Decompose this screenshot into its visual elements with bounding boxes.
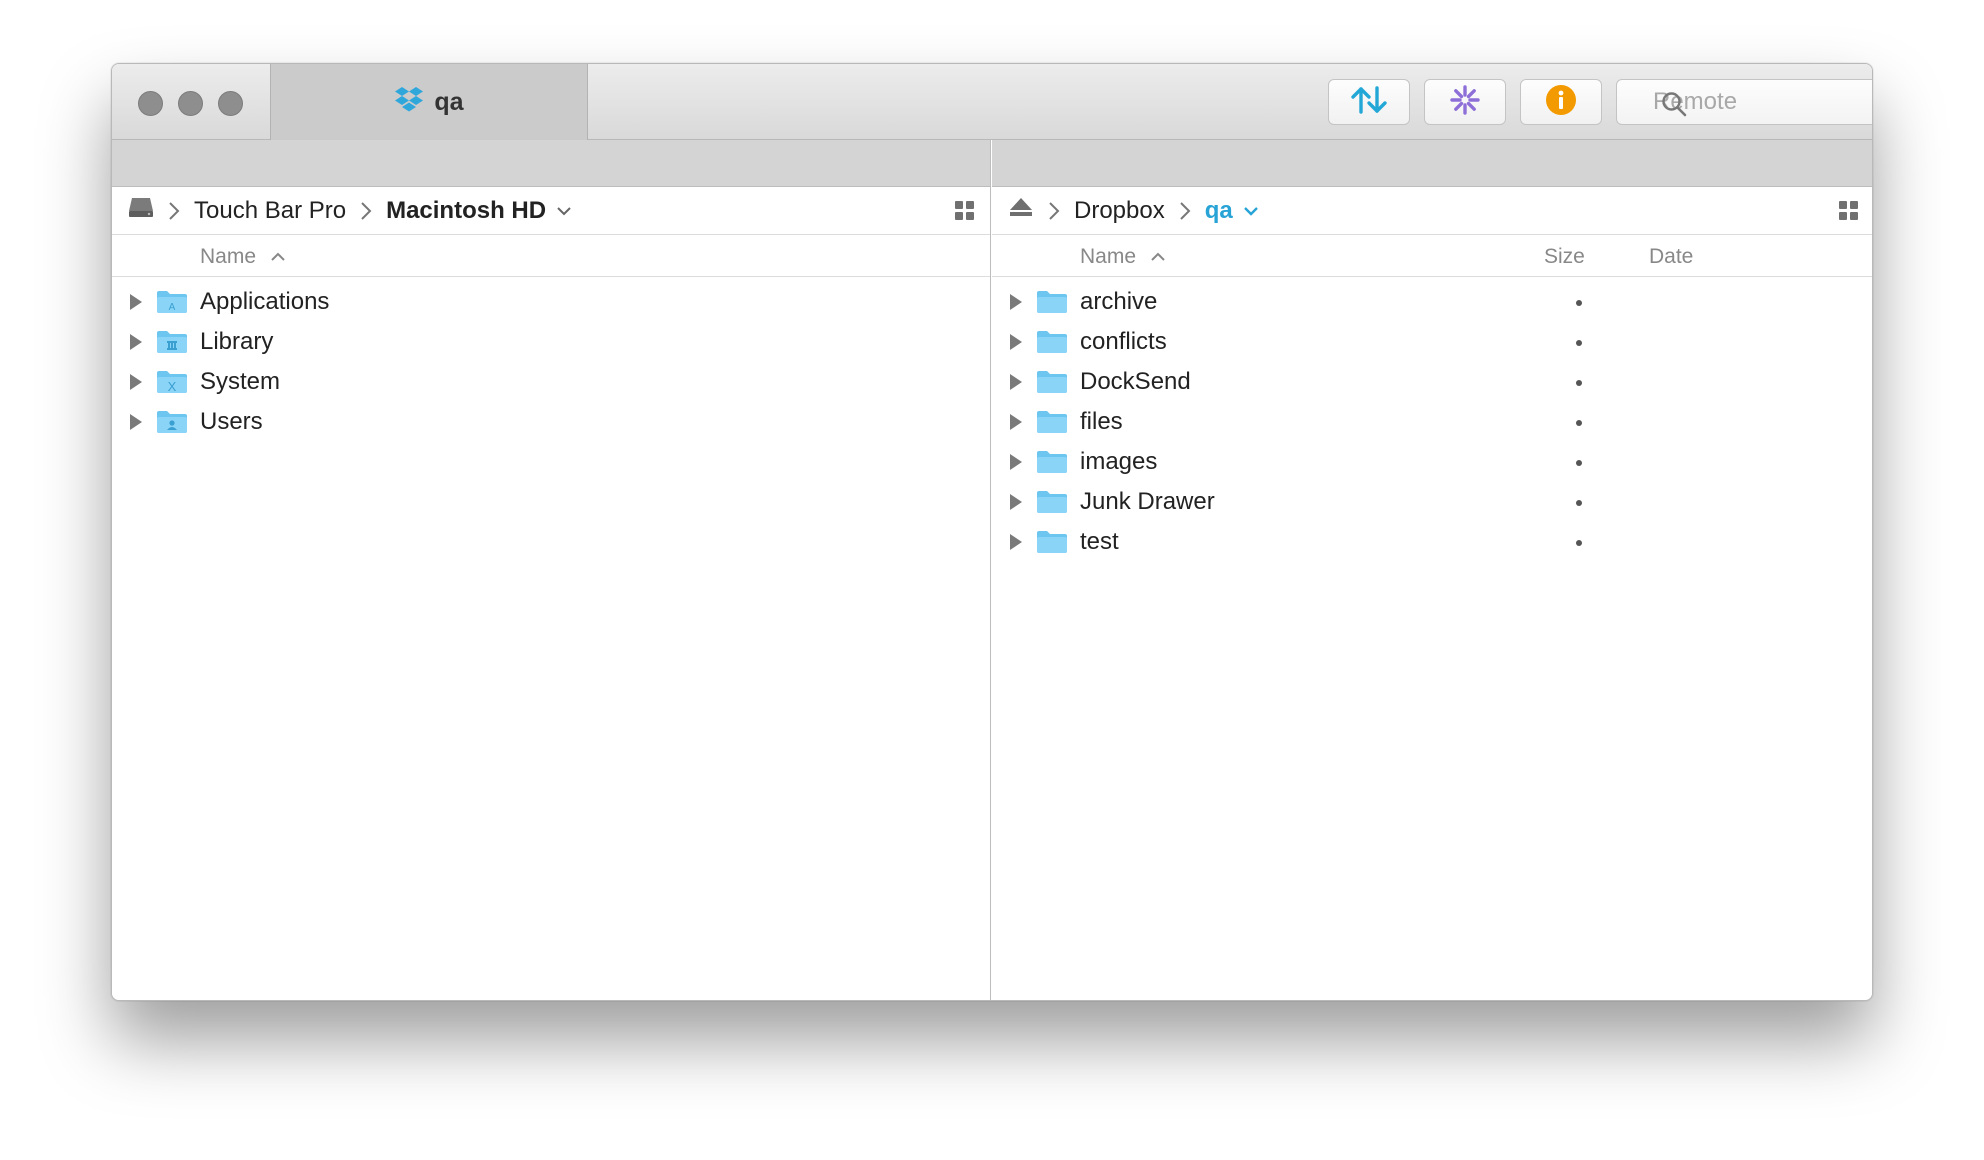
breadcrumb-current-folder[interactable]: qa [1205, 197, 1233, 225]
disclosure-triangle-icon[interactable] [1010, 534, 1022, 550]
breadcrumb-volume[interactable]: Macintosh HD [386, 197, 546, 225]
item-size [1576, 300, 1582, 306]
list-item[interactable]: test [992, 522, 1872, 562]
local-column-header: Name [112, 235, 990, 277]
system-folder-icon: X [156, 370, 188, 401]
disclosure-triangle-icon[interactable] [1010, 334, 1022, 350]
item-name: images [1080, 448, 1158, 475]
item-name: System [200, 368, 281, 395]
local-pane-toolbar [112, 140, 990, 187]
column-date-header[interactable]: Date [1649, 245, 1693, 269]
remote-pane: Dropbox qa Name Size Date archive confli… [992, 140, 1872, 1000]
list-item[interactable]: A Applications [112, 282, 990, 322]
search-icon [1661, 91, 1687, 122]
hard-drive-icon[interactable] [128, 196, 154, 225]
local-pane: Touch Bar Pro Macintosh HD Name A Applic… [112, 140, 991, 1000]
applications-folder-icon: A [156, 290, 188, 321]
disclosure-triangle-icon[interactable] [130, 334, 142, 350]
item-size [1576, 460, 1582, 466]
list-item[interactable]: images [992, 442, 1872, 482]
list-item[interactable]: files [992, 402, 1872, 442]
chevron-down-icon[interactable] [1243, 205, 1259, 217]
tab-qa[interactable]: qa [270, 64, 588, 140]
item-name: Library [200, 328, 274, 355]
folder-icon [1036, 330, 1068, 361]
folder-icon [1036, 450, 1068, 481]
list-item[interactable]: archive [992, 282, 1872, 322]
item-name: Users [200, 408, 263, 435]
folder-icon [1036, 290, 1068, 321]
breadcrumb-computer[interactable]: Touch Bar Pro [194, 197, 346, 225]
chevron-right-icon [168, 201, 180, 221]
item-name: Applications [200, 288, 330, 315]
minimize-window-button[interactable] [178, 91, 203, 116]
info-icon [1545, 84, 1577, 121]
users-folder-icon [156, 410, 188, 441]
view-mode-grid-icon[interactable] [1839, 201, 1858, 220]
folder-icon [1036, 530, 1068, 561]
item-name: conflicts [1080, 328, 1167, 355]
chevron-down-icon[interactable] [556, 205, 572, 217]
svg-text:X: X [168, 379, 177, 394]
transfer-button[interactable] [1328, 79, 1410, 125]
disclosure-triangle-icon[interactable] [130, 414, 142, 430]
remote-column-header: Name Size Date [992, 235, 1872, 277]
disclosure-triangle-icon[interactable] [1010, 414, 1022, 430]
item-name: Junk Drawer [1080, 488, 1215, 515]
view-mode-grid-icon[interactable] [955, 201, 974, 220]
folder-icon [1036, 410, 1068, 441]
folder-icon [1036, 370, 1068, 401]
dropbox-icon [394, 86, 424, 119]
disclosure-triangle-icon[interactable] [1010, 494, 1022, 510]
disclosure-triangle-icon[interactable] [1010, 294, 1022, 310]
library-folder-icon [156, 330, 188, 361]
close-window-button[interactable] [138, 91, 163, 116]
activity-spinner-icon [1449, 84, 1481, 121]
list-item[interactable]: conflicts [992, 322, 1872, 362]
local-file-list: A Applications Library X System Users [112, 277, 990, 442]
remote-pane-toolbar [992, 140, 1872, 187]
info-button[interactable] [1520, 79, 1602, 125]
zoom-window-button[interactable] [218, 91, 243, 116]
item-name: archive [1080, 288, 1158, 315]
chevron-right-icon [360, 201, 372, 221]
column-size-header[interactable]: Size [1544, 245, 1585, 269]
list-item[interactable]: X System [112, 362, 990, 402]
svg-text:A: A [169, 302, 176, 313]
breadcrumb-server[interactable]: Dropbox [1074, 197, 1165, 225]
item-size [1576, 540, 1582, 546]
transmit-window: qa Remote Touch Bar Pro Macintosh HD Nam… [111, 63, 1873, 1001]
list-item[interactable]: Library [112, 322, 990, 362]
remote-search-field[interactable] [1616, 79, 1872, 125]
item-size [1576, 500, 1582, 506]
item-size [1576, 380, 1582, 386]
folder-icon [1036, 490, 1068, 521]
column-name-header[interactable]: Name [200, 245, 286, 269]
item-name: test [1080, 528, 1119, 555]
eject-icon[interactable] [1008, 196, 1034, 225]
disclosure-triangle-icon[interactable] [130, 374, 142, 390]
title-bar: qa [112, 64, 1872, 140]
activity-button[interactable] [1424, 79, 1506, 125]
list-item[interactable]: Users [112, 402, 990, 442]
item-name: DockSend [1080, 368, 1191, 395]
tab-label: qa [434, 87, 464, 116]
remote-file-list: archive conflicts DockSend files images … [992, 277, 1872, 562]
column-name-header[interactable]: Name [1080, 245, 1166, 269]
disclosure-triangle-icon[interactable] [1010, 454, 1022, 470]
list-item[interactable]: DockSend [992, 362, 1872, 402]
disclosure-triangle-icon[interactable] [130, 294, 142, 310]
chevron-right-icon [1179, 201, 1191, 221]
transfer-arrows-icon [1350, 85, 1388, 120]
local-breadcrumb: Touch Bar Pro Macintosh HD [112, 187, 990, 235]
item-size [1576, 420, 1582, 426]
chevron-right-icon [1048, 201, 1060, 221]
item-size [1576, 340, 1582, 346]
list-item[interactable]: Junk Drawer [992, 482, 1872, 522]
disclosure-triangle-icon[interactable] [1010, 374, 1022, 390]
window-controls [138, 91, 243, 116]
item-name: files [1080, 408, 1123, 435]
remote-breadcrumb: Dropbox qa [992, 187, 1872, 235]
